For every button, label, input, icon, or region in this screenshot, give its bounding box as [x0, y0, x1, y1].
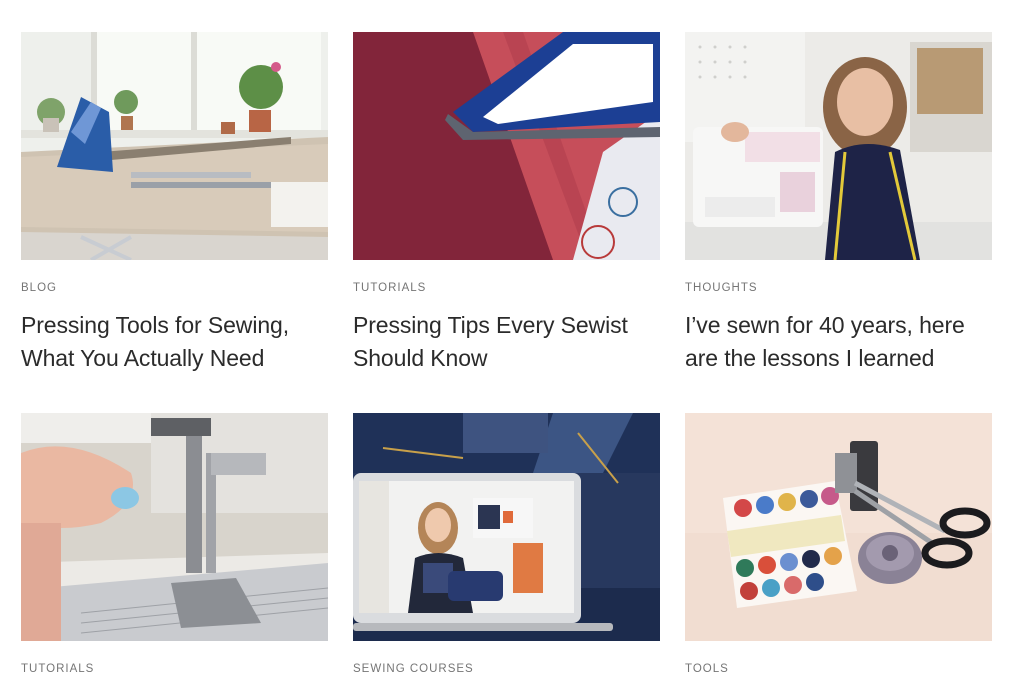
post-card[interactable]: TUTORIALS Pressing Tips Every Sewist Sho…	[353, 32, 660, 375]
post-thumbnail[interactable]	[21, 32, 328, 260]
iron-on-red-fabric-photo	[353, 32, 660, 260]
post-card[interactable]: THOUGHTS I’ve sewn for 40 years, here ar…	[685, 32, 992, 375]
post-title[interactable]: I’ve sewn for 40 years, here are the les…	[685, 309, 992, 375]
post-thumbnail[interactable]	[685, 413, 992, 641]
post-thumbnail[interactable]	[353, 413, 660, 641]
iron-on-ironing-board-photo	[21, 32, 328, 260]
post-card[interactable]: TOOLS	[685, 413, 992, 676]
post-card[interactable]: BLOG Pressing Tools for Sewing, What You…	[21, 32, 328, 375]
post-category[interactable]: TOOLS	[685, 662, 992, 676]
post-thumbnail[interactable]	[21, 413, 328, 641]
post-category[interactable]: TUTORIALS	[21, 662, 328, 676]
sewing-machine-presser-foot-photo	[21, 413, 328, 641]
post-category[interactable]: BLOG	[21, 281, 328, 295]
post-card[interactable]: SEWING COURSES	[353, 413, 660, 676]
book-scissors-pincushion-photo	[685, 413, 992, 641]
post-title[interactable]: Pressing Tools for Sewing, What You Actu…	[21, 309, 328, 375]
post-category[interactable]: SEWING COURSES	[353, 662, 660, 676]
laptop-video-course-photo	[353, 413, 660, 641]
post-category[interactable]: TUTORIALS	[353, 281, 660, 295]
woman-with-sewing-machine-photo	[685, 32, 992, 260]
post-title[interactable]: Pressing Tips Every Sewist Should Know	[353, 309, 660, 375]
post-card[interactable]: TUTORIALS	[21, 413, 328, 676]
post-thumbnail[interactable]	[685, 32, 992, 260]
post-thumbnail[interactable]	[353, 32, 660, 260]
post-grid: BLOG Pressing Tools for Sewing, What You…	[0, 0, 1024, 683]
post-category[interactable]: THOUGHTS	[685, 281, 992, 295]
